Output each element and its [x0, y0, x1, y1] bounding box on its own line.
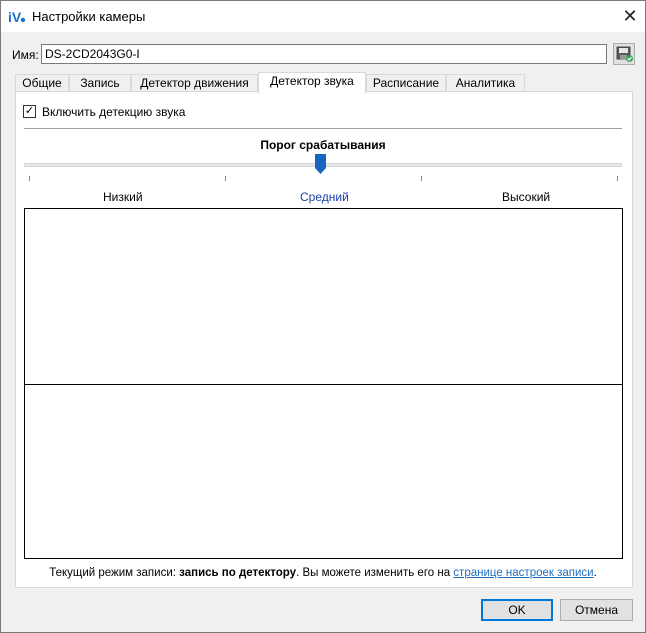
threshold-slider-thumb[interactable] — [315, 154, 326, 174]
name-label: Имя: — [12, 48, 39, 62]
separator — [24, 128, 622, 129]
close-icon: ✕ — [622, 5, 638, 26]
svg-text:iV: iV — [8, 9, 22, 25]
status-middle: . Вы можете изменить его на — [296, 567, 454, 579]
enable-sound-detection-label: Включить детекцию звука — [42, 105, 186, 119]
tab-label: Запись — [80, 76, 120, 90]
tab-label: Расписание — [372, 76, 440, 90]
status-suffix: . — [593, 567, 597, 579]
recording-mode-status: Текущий режим записи: запись по детектор… — [1, 567, 645, 579]
slider-tick — [617, 176, 618, 181]
camera-name-input[interactable] — [41, 44, 607, 64]
iv-logo-icon: iV — [8, 9, 26, 25]
recording-settings-link[interactable]: странице настроек записи — [453, 567, 593, 579]
close-button[interactable]: ✕ — [615, 1, 645, 31]
save-to-disk-icon — [616, 46, 633, 62]
level-mid-label: Средний — [300, 190, 349, 204]
graph-center-line — [25, 384, 622, 385]
enable-sound-detection-checkbox[interactable]: ✓ — [23, 105, 36, 118]
slider-tick — [29, 176, 30, 181]
status-mode: запись по детектору — [179, 567, 297, 579]
slider-tick — [421, 176, 422, 181]
threshold-title: Порог срабатывания — [260, 138, 386, 152]
ok-button[interactable]: OK — [481, 599, 553, 621]
cancel-button[interactable]: Отмена — [560, 599, 633, 621]
tab-sound-detector[interactable]: Детектор звука — [258, 72, 366, 94]
save-button[interactable] — [613, 43, 635, 65]
window-title: Настройки камеры — [32, 9, 146, 24]
checkmark-icon: ✓ — [24, 105, 35, 117]
camera-settings-dialog: iV Настройки камеры ✕ Имя: Общие Запись … — [0, 0, 646, 633]
tab-label: Общие — [22, 76, 62, 90]
slider-tick — [225, 176, 226, 181]
sound-level-graph — [24, 208, 623, 559]
level-low-label: Низкий — [103, 190, 143, 204]
status-prefix: Текущий режим записи: — [49, 567, 180, 579]
tab-label: Детектор движения — [140, 76, 249, 90]
level-high-label: Высокий — [502, 190, 551, 204]
tab-label: Аналитика — [455, 76, 516, 90]
tab-label: Детектор звука — [270, 74, 354, 88]
title-bar: iV Настройки камеры ✕ — [1, 1, 645, 32]
